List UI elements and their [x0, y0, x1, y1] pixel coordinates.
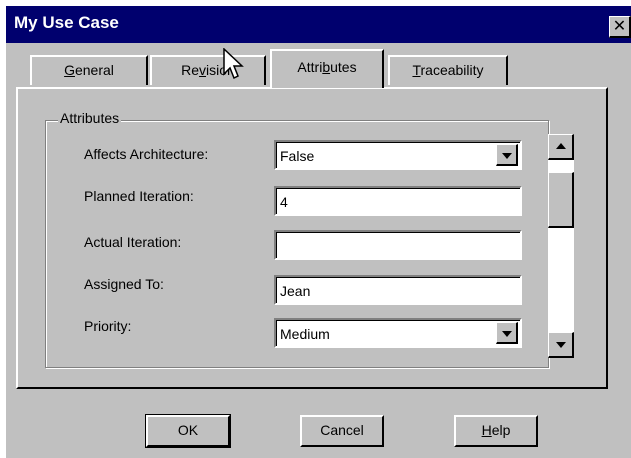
- assigned-to-label: Assigned To:: [84, 276, 164, 292]
- cancel-button[interactable]: Cancel: [300, 415, 384, 447]
- chevron-down-icon: [502, 153, 512, 159]
- planned-iteration-value: 4: [280, 194, 288, 210]
- tab-label-pre: Re: [181, 62, 200, 78]
- help-label: elp: [491, 422, 511, 438]
- assigned-to-field[interactable]: Jean: [274, 275, 522, 305]
- scroll-down-button[interactable]: [548, 332, 574, 358]
- title-bar: My Use Case ✕: [6, 6, 631, 43]
- actual-iteration-label: Actual Iteration:: [84, 234, 182, 250]
- tab-revision[interactable]: Revision: [150, 55, 266, 85]
- ok-button[interactable]: OK: [145, 414, 231, 448]
- chevron-down-icon: [502, 331, 512, 337]
- groupbox-title: Attributes: [58, 110, 122, 126]
- cancel-label: Cancel: [320, 422, 364, 438]
- affects-architecture-label: Affects Architecture:: [84, 146, 209, 162]
- help-accel: H: [481, 422, 492, 438]
- vertical-scrollbar[interactable]: [548, 134, 574, 358]
- priority-value: Medium: [280, 326, 330, 342]
- tab-label-post: utes: [330, 59, 357, 75]
- tab-general[interactable]: General: [30, 55, 148, 85]
- tab-label-pre: Attri: [297, 59, 323, 75]
- tab-label-accel: G: [64, 62, 75, 78]
- assigned-to-value: Jean: [280, 283, 311, 299]
- close-button[interactable]: ✕: [609, 16, 631, 38]
- actual-iteration-field[interactable]: [274, 230, 522, 260]
- close-icon: ✕: [612, 18, 627, 35]
- arrow-up-icon: [556, 143, 566, 149]
- priority-dropdown[interactable]: Medium: [274, 318, 522, 348]
- arrow-down-icon: [556, 342, 566, 348]
- tab-attributes[interactable]: Attributes: [270, 49, 384, 88]
- tab-traceability[interactable]: Traceability: [388, 55, 508, 85]
- scroll-thumb[interactable]: [548, 172, 574, 228]
- ok-label: OK: [177, 422, 199, 438]
- affects-architecture-value: False: [280, 148, 315, 164]
- affects-architecture-dropdown[interactable]: False: [274, 140, 522, 170]
- tab-label-accel: T: [412, 62, 421, 78]
- mouse-pointer-icon: [223, 48, 244, 80]
- help-button[interactable]: Help: [454, 415, 538, 447]
- planned-iteration-label: Planned Iteration:: [84, 188, 194, 204]
- window-title: My Use Case: [14, 13, 119, 32]
- dropdown-button[interactable]: [496, 144, 518, 166]
- tab-label-post: raceability: [420, 62, 484, 78]
- tab-label-accel: b: [322, 59, 331, 75]
- scroll-up-button[interactable]: [548, 134, 574, 160]
- dropdown-button[interactable]: [496, 322, 518, 344]
- tab-label-accel: v: [199, 62, 207, 78]
- priority-label: Priority:: [84, 318, 132, 334]
- planned-iteration-field[interactable]: 4: [274, 186, 522, 216]
- tab-label-post: eneral: [74, 62, 114, 78]
